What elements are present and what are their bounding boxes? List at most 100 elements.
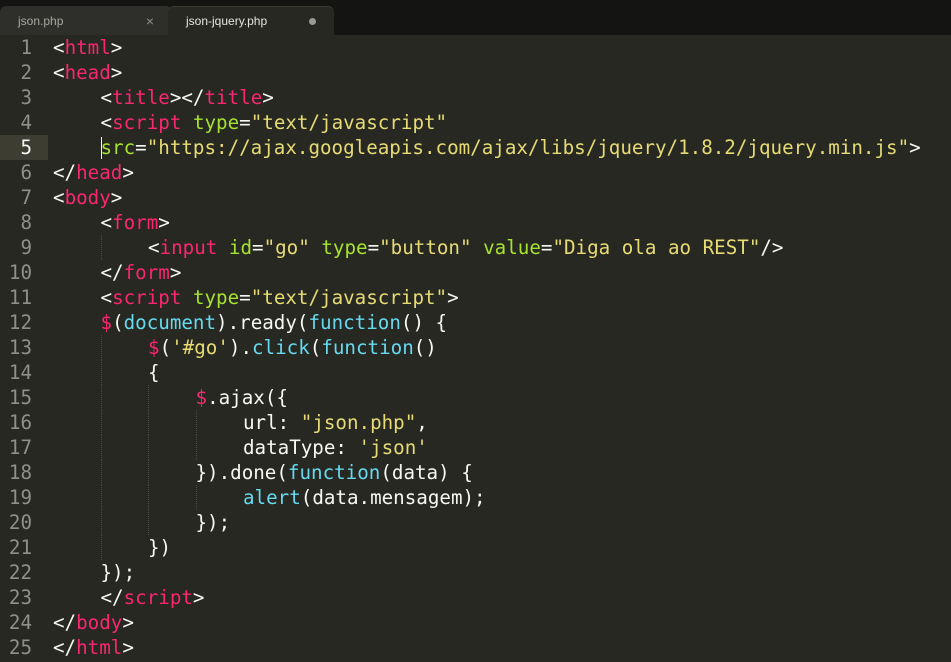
code-line[interactable]: src="https://ajax.googleapis.com/ajax/li… bbox=[101, 135, 921, 160]
code-line[interactable]: <input id="go" type="button" value="Diga… bbox=[148, 235, 783, 260]
code-line[interactable]: <script type="text/javascript" bbox=[101, 110, 448, 135]
indent-guide bbox=[101, 410, 102, 435]
code-token: < bbox=[101, 286, 113, 309]
code-token: ( bbox=[310, 336, 322, 359]
code-token: type bbox=[321, 236, 367, 259]
code-token: ></ bbox=[170, 86, 205, 109]
code-line[interactable]: </script> bbox=[101, 585, 205, 610]
code-line[interactable]: $('#go').click(function() bbox=[148, 335, 437, 360]
code-line[interactable]: $.ajax({ bbox=[196, 385, 288, 410]
code-token: </ bbox=[101, 261, 124, 284]
line-number: 7 bbox=[0, 185, 32, 210]
tab-label: json.php bbox=[0, 14, 63, 28]
code-token: }) bbox=[148, 536, 171, 559]
line-number: 19 bbox=[0, 485, 32, 510]
code-line[interactable]: }); bbox=[101, 560, 136, 585]
tab-json-jquery-php[interactable]: json-jquery.php bbox=[168, 6, 334, 35]
code-token: ( bbox=[112, 311, 124, 334]
indent-guide bbox=[148, 510, 149, 535]
indent-guide bbox=[101, 460, 102, 485]
code-token: html bbox=[65, 36, 111, 59]
code-token: ( bbox=[160, 336, 172, 359]
code-line[interactable]: }).done(function(data) { bbox=[196, 460, 473, 485]
code-token: () bbox=[414, 336, 437, 359]
indent-guide bbox=[101, 235, 102, 260]
line-number: 14 bbox=[0, 360, 32, 385]
code-token: /> bbox=[760, 236, 783, 259]
line-number: 8 bbox=[0, 210, 32, 235]
line-number: 22 bbox=[0, 560, 32, 585]
code-token: .ajax({ bbox=[207, 386, 288, 409]
code-token: function bbox=[288, 461, 380, 484]
code-token: "https://ajax.googleapis.com/ajax/libs/j… bbox=[147, 136, 909, 159]
line-number: 16 bbox=[0, 410, 32, 435]
code-token bbox=[181, 286, 193, 309]
code-token: click bbox=[252, 336, 310, 359]
code-token: form bbox=[124, 261, 170, 284]
code-token: > bbox=[111, 36, 123, 59]
code-line[interactable]: <script type="text/javascript"> bbox=[101, 285, 459, 310]
code-token: = bbox=[239, 286, 251, 309]
code-token: $ bbox=[101, 311, 113, 334]
indent-guide bbox=[101, 335, 102, 360]
code-token bbox=[310, 236, 322, 259]
code-token: < bbox=[53, 61, 65, 84]
code-token: }).done( bbox=[196, 461, 288, 484]
code-token: src bbox=[101, 136, 136, 159]
code-line[interactable]: </body> bbox=[53, 610, 134, 635]
code-token: (data) { bbox=[380, 461, 472, 484]
code-line[interactable]: <html> bbox=[53, 35, 122, 60]
code-editor[interactable]: 1234567891011121314151617181920212223242… bbox=[0, 35, 951, 662]
code-token: < bbox=[101, 86, 113, 109]
code-line[interactable]: <title></title> bbox=[101, 85, 274, 110]
code-token: head bbox=[65, 61, 111, 84]
line-number: 15 bbox=[0, 385, 32, 410]
line-number: 13 bbox=[0, 335, 32, 360]
code-token: script bbox=[124, 586, 193, 609]
code-token: "Diga ola ao REST" bbox=[552, 236, 760, 259]
line-number: 6 bbox=[0, 160, 32, 185]
code-line[interactable]: <form> bbox=[101, 210, 170, 235]
unsaved-dot-icon[interactable] bbox=[309, 7, 316, 35]
code-token: input bbox=[160, 236, 218, 259]
text-cursor bbox=[101, 137, 102, 159]
indent-guide bbox=[148, 385, 149, 410]
line-number-gutter: 1234567891011121314151617181920212223242… bbox=[0, 35, 48, 662]
code-token: dataType: bbox=[243, 436, 359, 459]
code-token: 'json' bbox=[359, 436, 428, 459]
code-token: title bbox=[112, 86, 170, 109]
line-number: 25 bbox=[0, 635, 32, 660]
code-area[interactable]: <html><head><title></title><script type=… bbox=[53, 35, 951, 662]
code-token: { bbox=[148, 361, 160, 384]
code-token: > bbox=[122, 611, 134, 634]
code-token: alert bbox=[243, 486, 301, 509]
code-token: type bbox=[193, 111, 239, 134]
code-token: id bbox=[229, 236, 252, 259]
code-token: = bbox=[252, 236, 264, 259]
line-number: 11 bbox=[0, 285, 32, 310]
code-line[interactable]: alert(data.mensagem); bbox=[243, 485, 486, 510]
code-line[interactable]: dataType: 'json' bbox=[243, 435, 428, 460]
code-line[interactable]: </html> bbox=[53, 635, 134, 660]
code-token: html bbox=[76, 636, 122, 659]
code-token: ). bbox=[229, 336, 252, 359]
code-token: body bbox=[65, 186, 111, 209]
code-token: $ bbox=[196, 386, 208, 409]
code-line[interactable]: $(document).ready(function() { bbox=[101, 310, 448, 335]
code-line[interactable]: <body> bbox=[53, 185, 122, 210]
code-token: head bbox=[76, 161, 122, 184]
code-token: </ bbox=[101, 586, 124, 609]
code-token: > bbox=[170, 261, 182, 284]
line-number: 24 bbox=[0, 610, 32, 635]
code-line[interactable]: }); bbox=[196, 510, 231, 535]
code-line[interactable]: </form> bbox=[101, 260, 182, 285]
code-token: url: bbox=[243, 411, 301, 434]
code-line[interactable]: { bbox=[148, 360, 160, 385]
code-line[interactable]: </head> bbox=[53, 160, 134, 185]
code-line[interactable]: }) bbox=[148, 535, 171, 560]
code-line[interactable]: <head> bbox=[53, 60, 122, 85]
code-token: , bbox=[416, 411, 428, 434]
tab-json-php[interactable]: json.php × bbox=[0, 6, 172, 35]
code-line[interactable]: url: "json.php", bbox=[243, 410, 428, 435]
close-icon[interactable]: × bbox=[146, 6, 154, 35]
